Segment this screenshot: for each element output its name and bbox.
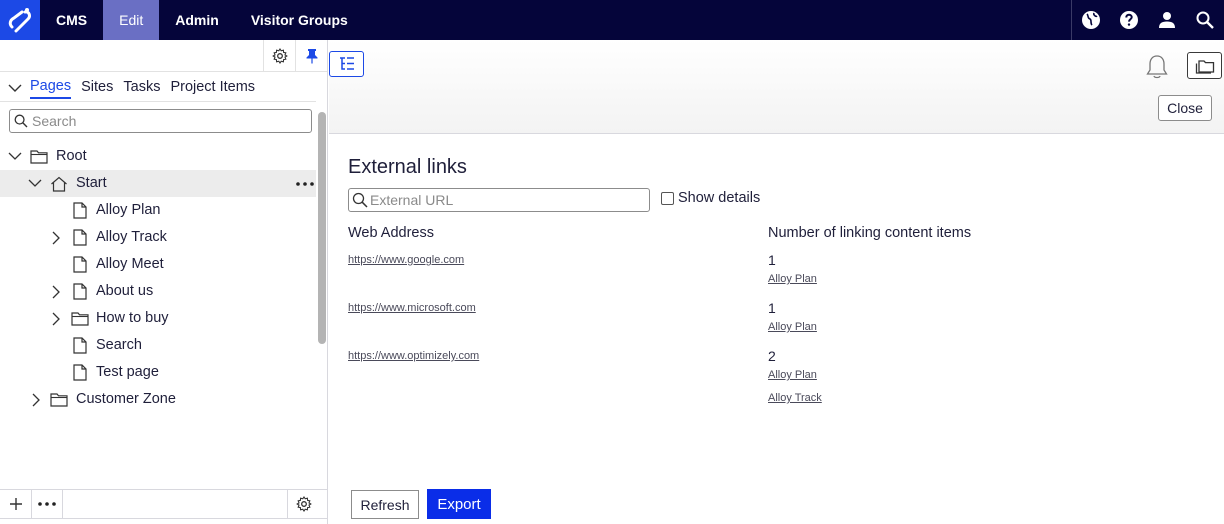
more-options-icon[interactable]: [296, 170, 314, 197]
page-icon: [71, 224, 89, 251]
refresh-button[interactable]: Refresh: [351, 490, 419, 519]
content-item-link[interactable]: Alloy Plan: [768, 369, 817, 381]
tree-item-alloy-plan[interactable]: Alloy Plan: [0, 197, 316, 224]
page-icon: [71, 332, 89, 359]
add-icon[interactable]: [0, 490, 32, 518]
tree-label: Alloy Track: [96, 229, 167, 245]
tab-tasks[interactable]: Tasks: [123, 79, 160, 98]
bell-icon[interactable]: [1145, 54, 1169, 85]
page-icon: [71, 359, 89, 386]
nav-cms[interactable]: CMS: [40, 0, 103, 40]
tree-label: About us: [96, 283, 154, 299]
optimizely-logo-icon[interactable]: [0, 0, 40, 40]
tree-item-about-us[interactable]: About us: [0, 278, 316, 305]
tree-label: Search: [96, 337, 142, 353]
column-header-web-address: Web Address: [348, 225, 434, 241]
tab-sites[interactable]: Sites: [81, 79, 113, 98]
link-count: 1: [768, 300, 776, 316]
close-button[interactable]: Close: [1158, 95, 1212, 121]
chevron-right-icon[interactable]: [28, 386, 44, 413]
search-icon: [352, 192, 368, 208]
chevron-down-icon[interactable]: [27, 170, 43, 197]
tree-item-how-to-buy[interactable]: How to buy: [0, 305, 316, 332]
tree-item-alloy-track[interactable]: Alloy Track: [0, 224, 316, 251]
chevron-down-icon[interactable]: [7, 143, 23, 170]
main-toolbar: Close: [329, 40, 1224, 134]
page-icon: [71, 197, 89, 224]
show-details-label: Show details: [678, 190, 761, 206]
show-details-checkbox[interactable]: [661, 191, 674, 205]
search-icon: [14, 114, 28, 128]
export-button[interactable]: Export: [427, 489, 491, 519]
top-navigation-bar: CMS Edit Admin Visitor Groups: [0, 0, 1224, 40]
toggle-navigation-pane-button[interactable]: [329, 51, 364, 77]
page-search-input[interactable]: [32, 113, 302, 129]
topbar-actions: [1071, 0, 1224, 40]
show-details-toggle[interactable]: Show details: [661, 190, 760, 206]
pane-bottom-toolbar: [0, 489, 327, 519]
link-count: 2: [768, 348, 776, 364]
tree-label: Customer Zone: [76, 391, 176, 407]
chevron-right-icon[interactable]: [48, 305, 64, 332]
tree-scrollbar[interactable]: [318, 112, 326, 344]
search-icon[interactable]: [1186, 0, 1224, 40]
tab-divider: [0, 101, 316, 102]
pane-toolbar: [0, 40, 327, 72]
folder-icon: [30, 143, 48, 170]
gear-icon[interactable]: [287, 490, 319, 518]
link-count: 1: [768, 252, 776, 268]
page-search-box[interactable]: [9, 109, 312, 133]
nav-admin[interactable]: Admin: [159, 0, 235, 40]
assets-pane-button[interactable]: [1187, 52, 1222, 79]
external-link[interactable]: https://www.microsoft.com: [348, 302, 476, 314]
content-item-link[interactable]: Alloy Plan: [768, 273, 817, 285]
chevron-right-icon[interactable]: [48, 278, 64, 305]
tree-label: Alloy Plan: [96, 202, 161, 218]
tree-label: Start: [76, 175, 107, 191]
folders-icon: [1195, 59, 1214, 74]
user-icon[interactable]: [1148, 0, 1186, 40]
nav-visitor-groups[interactable]: Visitor Groups: [235, 0, 364, 40]
chevron-down-icon[interactable]: [0, 84, 30, 93]
external-url-search-box[interactable]: [348, 188, 650, 212]
help-icon[interactable]: [1110, 0, 1148, 40]
navigation-pane: Pages Sites Tasks Project Items Root Sta…: [0, 40, 328, 524]
column-header-linking-count: Number of linking content items: [768, 225, 972, 241]
gear-icon[interactable]: [263, 40, 295, 72]
tree-item-search[interactable]: Search: [0, 332, 316, 359]
folder-icon: [71, 305, 89, 332]
content-item-link[interactable]: Alloy Track: [768, 392, 822, 404]
pane-tabs: Pages Sites Tasks Project Items: [0, 76, 316, 100]
tree-label: How to buy: [96, 310, 169, 326]
tab-project-items[interactable]: Project Items: [170, 79, 255, 98]
more-options-icon[interactable]: [32, 490, 63, 518]
page-icon: [71, 251, 89, 278]
page-icon: [71, 278, 89, 305]
tab-pages[interactable]: Pages: [30, 78, 72, 99]
chevron-right-icon[interactable]: [48, 224, 64, 251]
folder-icon: [50, 386, 68, 413]
tree-item-alloy-meet[interactable]: Alloy Meet: [0, 251, 316, 278]
globe-icon[interactable]: [1072, 0, 1110, 40]
external-link[interactable]: https://www.optimizely.com: [348, 350, 479, 362]
page-title: External links: [348, 156, 467, 178]
content-item-link[interactable]: Alloy Plan: [768, 321, 817, 333]
external-link[interactable]: https://www.google.com: [348, 254, 464, 266]
pin-icon[interactable]: [295, 40, 327, 72]
tree-label: Test page: [96, 364, 159, 380]
external-url-input[interactable]: [370, 192, 640, 208]
tree-item-customer-zone[interactable]: Customer Zone: [0, 386, 316, 413]
nav-edit[interactable]: Edit: [103, 0, 160, 40]
tree-view-icon: [339, 57, 354, 70]
tree-label: Alloy Meet: [96, 256, 164, 272]
tree-item-root[interactable]: Root: [0, 143, 316, 170]
tree-item-start[interactable]: Start: [0, 170, 316, 197]
tree-item-test-page[interactable]: Test page: [0, 359, 316, 386]
home-icon: [50, 170, 68, 197]
tree-label: Root: [56, 148, 87, 164]
